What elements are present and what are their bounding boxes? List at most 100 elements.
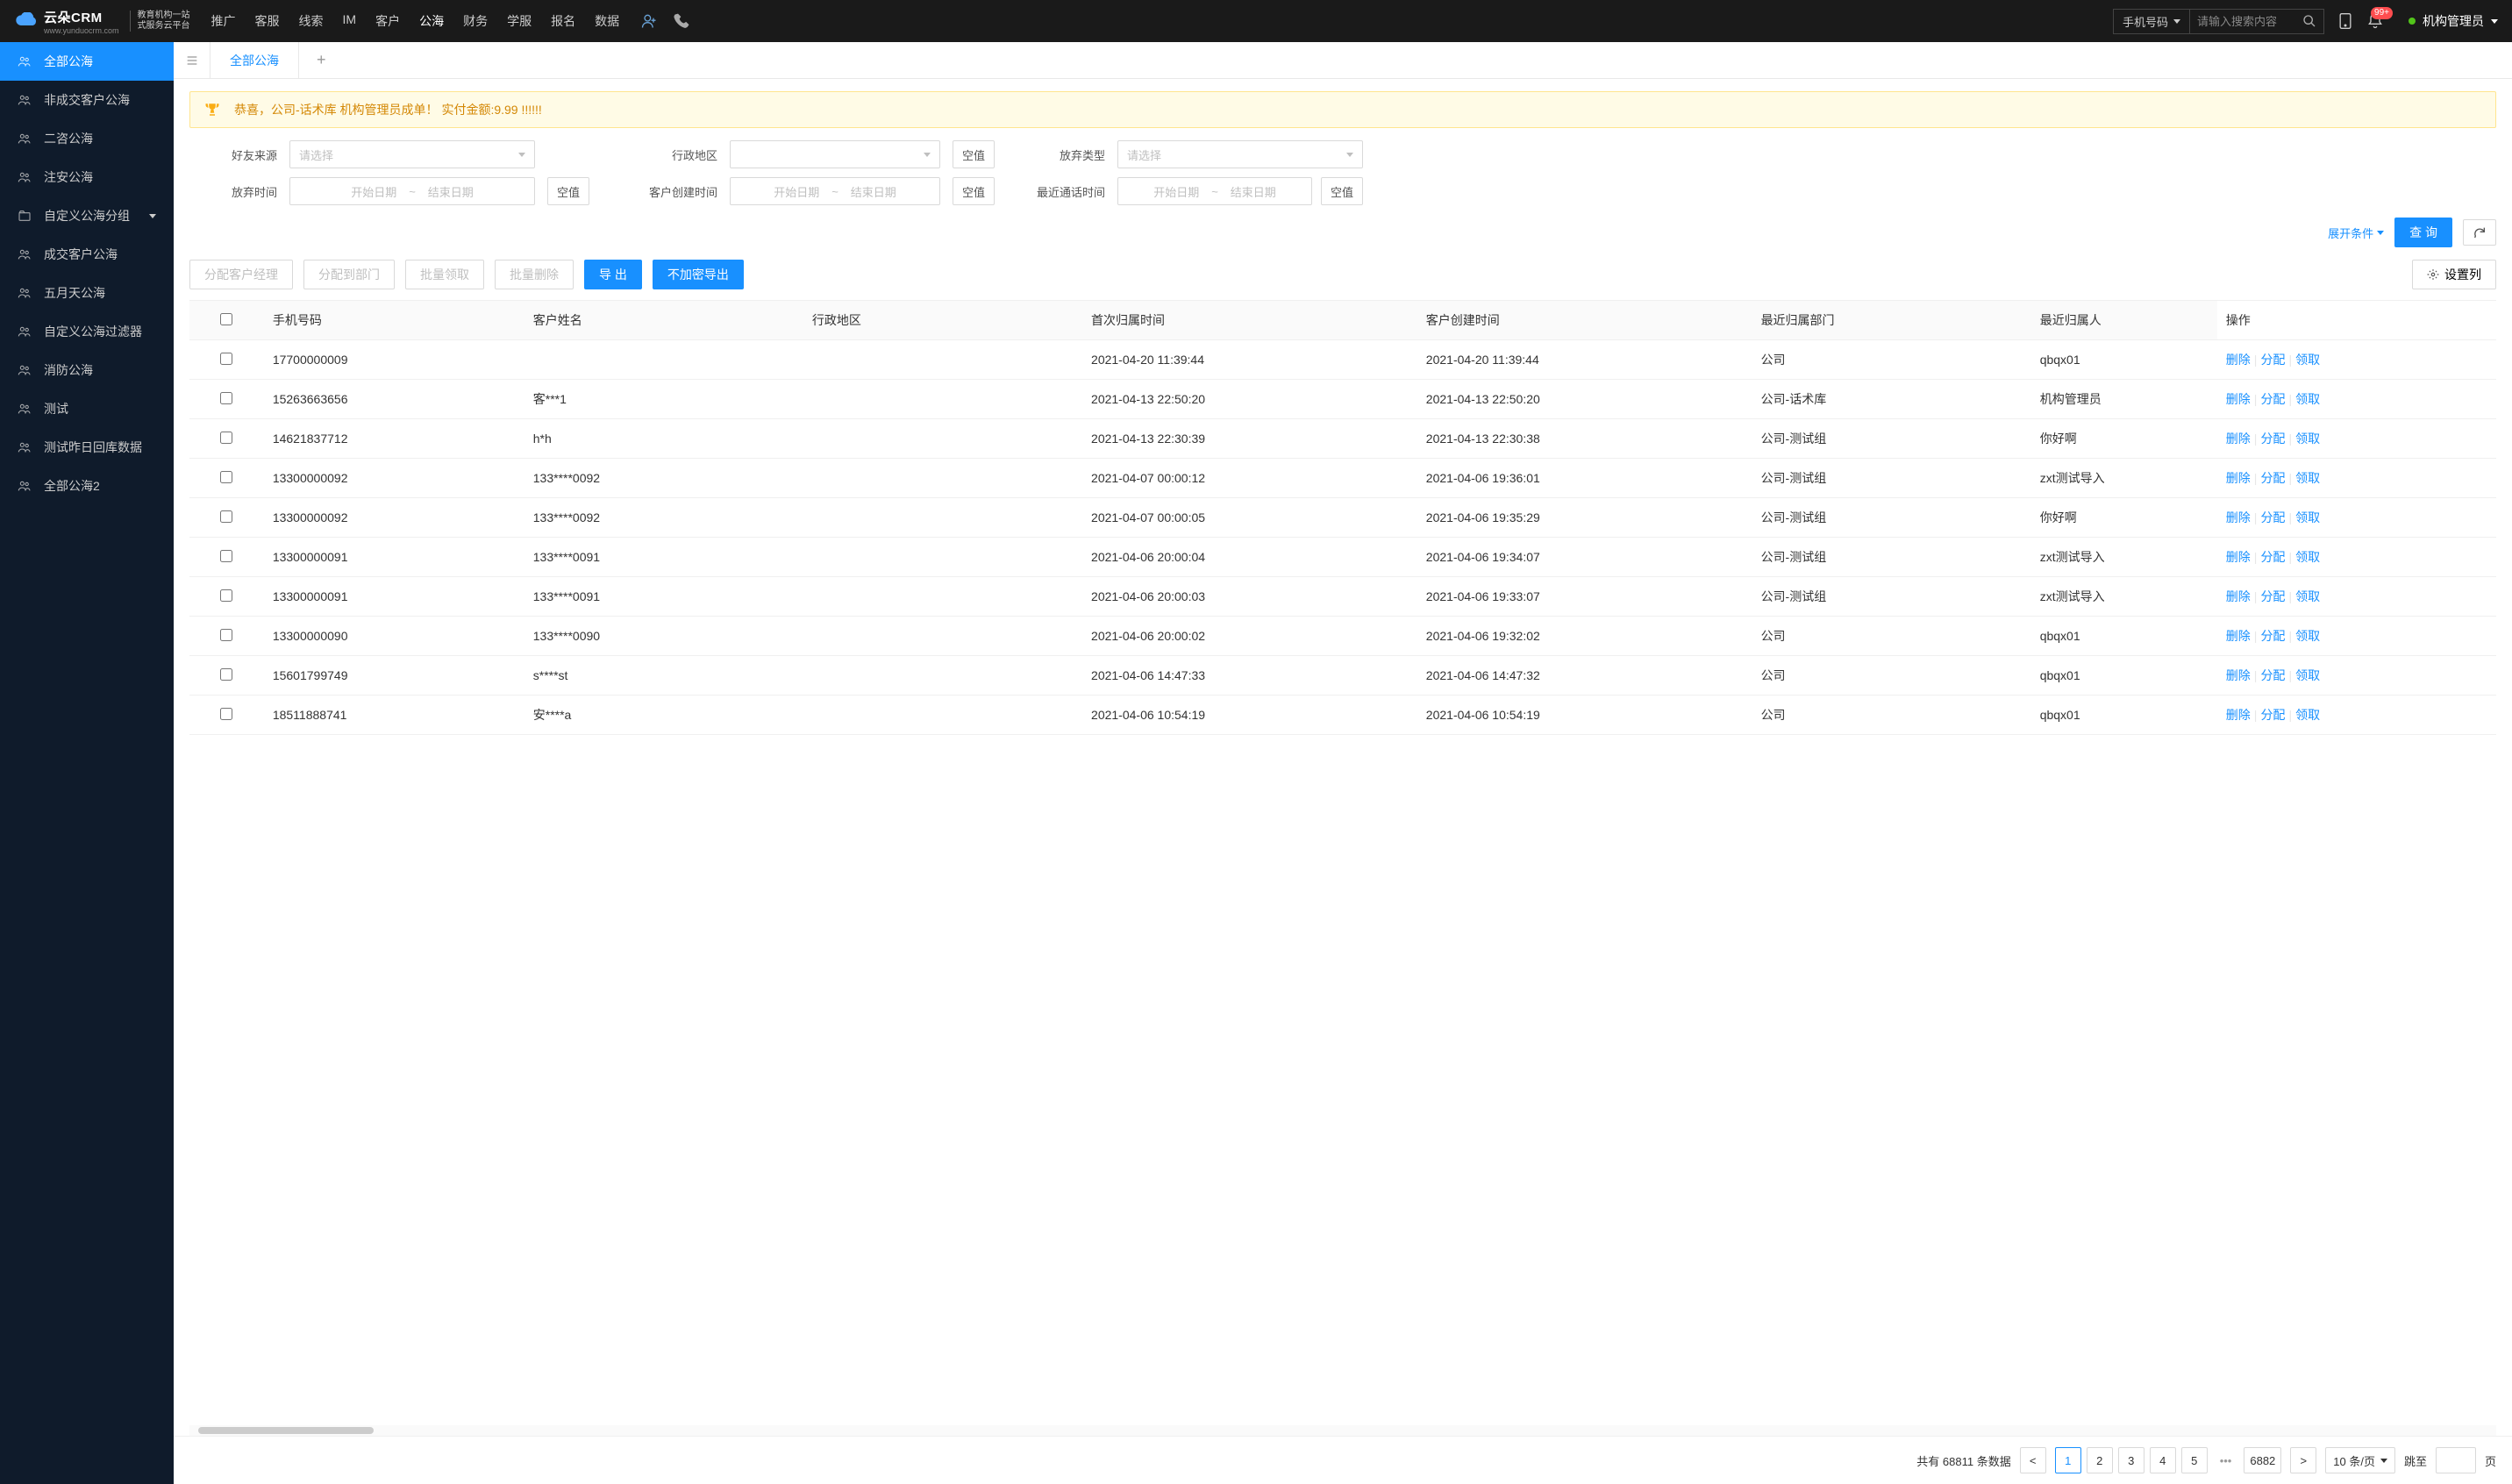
refresh-button[interactable] [2463,219,2496,246]
nav-item[interactable]: 数据 [595,12,619,30]
page-number-button[interactable]: 3 [2118,1447,2144,1473]
row-checkbox[interactable] [220,471,232,483]
page-number-button[interactable]: 4 [2150,1447,2176,1473]
sidebar-item[interactable]: 消防公海 [0,351,174,389]
bell-icon[interactable]: 99+ [2366,12,2384,30]
jump-page-input[interactable] [2436,1447,2476,1473]
add-user-icon[interactable] [640,12,658,30]
page-number-button[interactable]: 5 [2181,1447,2208,1473]
batch-claim-button[interactable]: 批量领取 [405,260,484,289]
row-checkbox[interactable] [220,629,232,641]
row-checkbox[interactable] [220,550,232,562]
row-claim-link[interactable]: 领取 [2295,471,2320,485]
row-checkbox[interactable] [220,510,232,523]
abandon-type-select[interactable]: 请选择 [1117,140,1363,168]
row-claim-link[interactable]: 领取 [2295,353,2320,367]
row-delete-link[interactable]: 删除 [2226,510,2251,524]
row-claim-link[interactable]: 领取 [2295,629,2320,643]
sidebar-item[interactable]: 非成交客户公海 [0,81,174,119]
tab-add-icon[interactable]: + [299,51,344,69]
search-type-select[interactable]: 手机号码 [2114,10,2190,33]
sidebar-item[interactable]: 测试昨日回库数据 [0,428,174,467]
row-claim-link[interactable]: 领取 [2295,589,2320,603]
batch-delete-button[interactable]: 批量删除 [495,260,574,289]
region-null-button[interactable]: 空值 [953,140,995,168]
row-checkbox[interactable] [220,432,232,444]
assign-manager-button[interactable]: 分配客户经理 [189,260,293,289]
nav-item[interactable]: 线索 [299,12,324,30]
row-delete-link[interactable]: 删除 [2226,668,2251,682]
page-ellipsis[interactable]: ••• [2216,1454,2236,1467]
nav-item[interactable]: 推广 [211,12,236,30]
abandon-time-null-button[interactable]: 空值 [547,177,589,205]
create-time-null-button[interactable]: 空值 [953,177,995,205]
row-delete-link[interactable]: 删除 [2226,629,2251,643]
friend-source-select[interactable]: 请选择 [289,140,535,168]
row-delete-link[interactable]: 删除 [2226,550,2251,564]
sidebar-item[interactable]: 五月天公海 [0,274,174,312]
nav-item[interactable]: IM [343,12,357,30]
admin-region-select[interactable] [730,140,940,168]
page-number-button[interactable]: 1 [2055,1447,2081,1473]
set-columns-button[interactable]: 设置列 [2412,260,2496,289]
assign-dept-button[interactable]: 分配到部门 [303,260,395,289]
row-delete-link[interactable]: 删除 [2226,471,2251,485]
horizontal-scrollbar[interactable] [189,1425,2496,1436]
row-delete-link[interactable]: 删除 [2226,392,2251,406]
row-assign-link[interactable]: 分配 [2260,471,2285,485]
sidebar-item[interactable]: 全部公海 [0,42,174,81]
sidebar-item[interactable]: 注安公海 [0,158,174,196]
sidebar-item[interactable]: 二咨公海 [0,119,174,158]
tabs-toggle-icon[interactable] [174,42,211,78]
page-size-select[interactable]: 10 条/页 [2325,1447,2395,1473]
row-checkbox[interactable] [220,708,232,720]
export-button[interactable]: 导 出 [584,260,642,289]
row-assign-link[interactable]: 分配 [2260,392,2285,406]
row-claim-link[interactable]: 领取 [2295,668,2320,682]
create-time-range[interactable]: 开始日期~结束日期 [730,177,940,205]
row-delete-link[interactable]: 删除 [2226,432,2251,446]
sidebar-item[interactable]: 成交客户公海 [0,235,174,274]
row-assign-link[interactable]: 分配 [2260,629,2285,643]
row-assign-link[interactable]: 分配 [2260,510,2285,524]
nav-item[interactable]: 财务 [463,12,488,30]
row-claim-link[interactable]: 领取 [2295,392,2320,406]
sidebar-item[interactable]: 全部公海2 [0,467,174,505]
row-checkbox[interactable] [220,589,232,602]
query-button[interactable]: 查 询 [2394,218,2452,247]
row-assign-link[interactable]: 分配 [2260,550,2285,564]
row-checkbox[interactable] [220,353,232,365]
export-plain-button[interactable]: 不加密导出 [653,260,744,289]
row-claim-link[interactable]: 领取 [2295,510,2320,524]
row-checkbox[interactable] [220,668,232,681]
select-all-checkbox[interactable] [220,313,232,325]
phone-icon[interactable] [674,12,691,30]
nav-item[interactable]: 客户 [375,12,400,30]
nav-item[interactable]: 客服 [255,12,280,30]
tab-active[interactable]: 全部公海 [211,42,299,78]
abandon-time-range[interactable]: 开始日期~结束日期 [289,177,535,205]
row-claim-link[interactable]: 领取 [2295,432,2320,446]
sidebar-item[interactable]: 测试 [0,389,174,428]
nav-item[interactable]: 学服 [507,12,532,30]
next-page-button[interactable]: > [2290,1447,2316,1473]
row-assign-link[interactable]: 分配 [2260,708,2285,722]
row-claim-link[interactable]: 领取 [2295,550,2320,564]
user-menu[interactable]: 机构管理员 [2409,12,2498,30]
row-delete-link[interactable]: 删除 [2226,708,2251,722]
prev-page-button[interactable]: < [2020,1447,2046,1473]
row-delete-link[interactable]: 删除 [2226,353,2251,367]
row-assign-link[interactable]: 分配 [2260,589,2285,603]
row-delete-link[interactable]: 删除 [2226,589,2251,603]
search-input[interactable] [2190,11,2295,32]
expand-filters-link[interactable]: 展开条件 [2328,225,2384,241]
nav-item[interactable]: 报名 [551,12,575,30]
search-icon[interactable] [2295,11,2323,32]
page-number-button[interactable]: 2 [2087,1447,2113,1473]
last-call-range[interactable]: 开始日期~结束日期 [1117,177,1312,205]
row-assign-link[interactable]: 分配 [2260,432,2285,446]
tablet-icon[interactable] [2337,12,2354,30]
sidebar-item[interactable]: 自定义公海分组 [0,196,174,235]
logo[interactable]: 云朵CRM www.yunduocrm.com 教育机构一站 式服务云平台 [14,8,190,35]
last-page-button[interactable]: 6882 [2244,1447,2281,1473]
